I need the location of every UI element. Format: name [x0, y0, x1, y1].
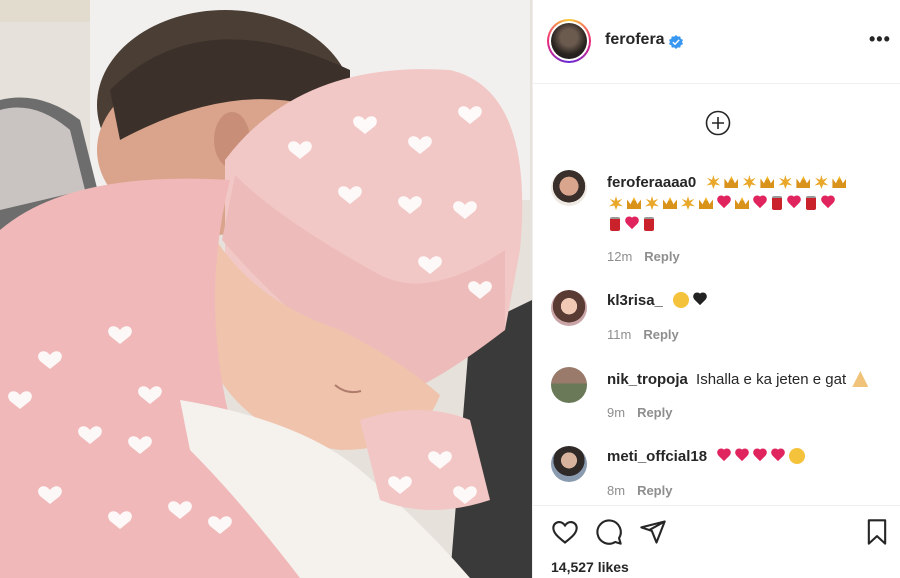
comment-username[interactable]: feroferaaaa0: [607, 174, 696, 191]
comment-meta: 8m Reply: [607, 483, 672, 498]
comment-body: nik_tropoja Ishalla e ka jeten e gat: [607, 370, 873, 390]
likes-count[interactable]: 14,527 likes: [551, 559, 629, 575]
verified-badge-icon: [669, 35, 683, 49]
avatar[interactable]: [551, 446, 587, 482]
can-emoji-icon: [772, 196, 782, 210]
comment-time: 9m: [607, 405, 626, 420]
reply-button[interactable]: Reply: [644, 249, 679, 264]
comment-meta: 12m Reply: [607, 249, 680, 264]
comment-username[interactable]: meti_offcial18: [607, 448, 707, 465]
crown-emoji-icon: [832, 176, 847, 188]
heart-emoji-icon: [753, 196, 767, 209]
heart-emoji-icon: [625, 217, 639, 230]
author-username[interactable]: ferofera: [605, 31, 665, 49]
save-icon[interactable]: [863, 518, 891, 546]
photo-illustration: [0, 0, 532, 578]
post-side-panel: ferofera ••• feroferaaaa0 12m Reply kl3ri…: [532, 0, 900, 578]
post-actions-bar: 14,527 likes: [533, 505, 900, 578]
like-icon[interactable]: [551, 518, 579, 546]
avatar[interactable]: [551, 170, 587, 206]
crown-emoji-icon: [724, 176, 739, 188]
sparkle-emoji-icon: [778, 175, 793, 189]
can-emoji-icon: [806, 196, 816, 210]
share-icon[interactable]: [639, 518, 667, 546]
heart-emoji-icon: [735, 449, 749, 462]
heart-emoji-icon: [821, 196, 835, 209]
comment-meta: 9m Reply: [607, 405, 672, 420]
can-emoji-icon: [610, 217, 620, 231]
folded-hands-emoji-icon: [852, 371, 869, 387]
avatar[interactable]: [551, 290, 587, 326]
sparkle-emoji-icon: [645, 196, 659, 210]
comment-body: meti_offcial18: [607, 447, 873, 467]
sparkle-emoji-icon: [681, 196, 695, 210]
can-emoji-icon: [644, 217, 654, 231]
comment-time: 12m: [607, 249, 633, 264]
sparkle-emoji-icon: [609, 196, 623, 210]
sparkle-emoji-icon: [706, 175, 721, 189]
crown-emoji-icon: [663, 197, 677, 209]
heart-emoji-icon: [771, 449, 785, 462]
post-header: ferofera •••: [533, 0, 900, 84]
crown-emoji-icon: [699, 197, 713, 209]
reply-button[interactable]: Reply: [643, 327, 678, 342]
comment-body: kl3risa_: [607, 291, 873, 311]
comment-username[interactable]: kl3risa_: [607, 292, 663, 309]
comment-text: Ishalla e ka jeten e gat: [696, 371, 847, 388]
comment-icon[interactable]: [595, 518, 623, 546]
heart-emoji-icon: [753, 449, 767, 462]
crown-emoji-icon: [796, 176, 811, 188]
crown-emoji-icon: [735, 197, 749, 209]
smiling-face-emoji-icon: [673, 292, 690, 308]
crown-emoji-icon: [760, 176, 775, 188]
heart-emoji-icon: [717, 196, 731, 209]
comment-time: 11m: [607, 327, 632, 342]
comment-body: feroferaaaa0: [607, 172, 873, 235]
black-heart-emoji-icon: [693, 293, 707, 306]
avatar[interactable]: [551, 367, 587, 403]
comment-username[interactable]: nik_tropoja: [607, 371, 688, 388]
star-struck-emoji-icon: [789, 448, 806, 464]
crown-emoji-icon: [627, 197, 641, 209]
post-photo[interactable]: [0, 0, 532, 578]
load-more-comments-icon[interactable]: [705, 110, 731, 136]
reply-button[interactable]: Reply: [637, 405, 672, 420]
reply-button[interactable]: Reply: [637, 483, 672, 498]
comment-meta: 11m Reply: [607, 327, 679, 342]
author-avatar[interactable]: [547, 19, 591, 63]
sparkle-emoji-icon: [742, 175, 757, 189]
sparkle-emoji-icon: [814, 175, 829, 189]
comment-time: 8m: [607, 483, 626, 498]
more-options-icon[interactable]: •••: [869, 30, 891, 48]
heart-emoji-icon: [787, 196, 801, 209]
heart-emoji-icon: [717, 449, 731, 462]
